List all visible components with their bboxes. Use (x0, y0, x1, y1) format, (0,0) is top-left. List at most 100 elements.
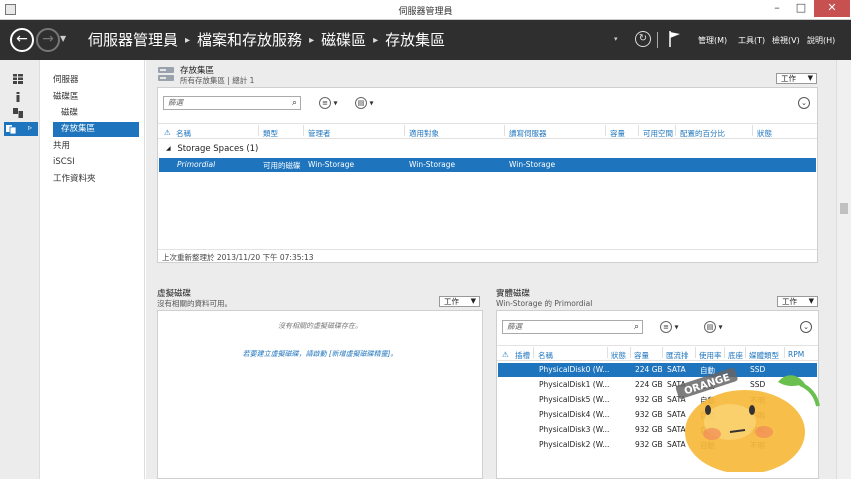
col-divider (752, 125, 753, 136)
pools-filter-placeholder: 篩選 (168, 98, 183, 107)
physical-disks-filter-input[interactable]: 篩選 ⌕ (502, 320, 643, 334)
expand-arrow-icon: ▹ (28, 123, 33, 132)
cell-name: Primordial (177, 160, 216, 169)
virtual-disks-subtitle: 沒有相關的資料可用。 (157, 299, 232, 308)
pools-filter-input[interactable]: 篩選 ⌕ (163, 96, 301, 110)
list-icon: ≡ (660, 321, 672, 333)
search-icon[interactable]: ⌕ (292, 97, 297, 109)
nav-item-disks[interactable]: 磁碟 (53, 106, 143, 121)
nav-item-volumes[interactable]: 磁碟區 (53, 90, 143, 105)
search-icon[interactable]: ⌕ (634, 321, 639, 333)
col-divider (724, 347, 725, 358)
breadcrumb-file-storage[interactable]: 檔案和存放服務 (197, 31, 302, 49)
sort-warning-icon[interactable]: ⚠ (502, 350, 509, 359)
back-button[interactable]: ← (10, 28, 34, 52)
rail-file-storage[interactable]: ▹ (4, 122, 38, 136)
pools-tasks-label: 工作 (781, 74, 796, 83)
rail-dashboard[interactable] (4, 72, 38, 86)
col-divider (504, 125, 505, 136)
col-divider (745, 347, 746, 358)
nav-item-work-folders[interactable]: 工作資料夾 (53, 172, 143, 187)
physical-group-options-button[interactable]: ▤ ▾ (704, 321, 723, 333)
history-dropdown-icon[interactable]: ▼ (60, 34, 66, 43)
last-refresh-status: 上次重新整理於 2013/11/20 下午 07:35:13 (162, 253, 314, 262)
pools-grid: 篩選 ⌕ ≡ ▾ ▤ ▾ ⌄ ⚠ 名稱 類型 管理者 適用對象 讀寫伺服器 容量 … (157, 87, 818, 263)
col-divider (404, 125, 405, 136)
status-separator (158, 249, 817, 250)
notifications-flag-icon[interactable] (668, 30, 682, 48)
physical-disks-tasks-button[interactable]: 工作 ▼ (777, 296, 818, 307)
table-row[interactable]: Primordial 可用的磁碟 Win-Storage Win-Storage… (159, 158, 816, 172)
pools-group-options-button[interactable]: ▤ ▾ (355, 97, 374, 109)
nav-item-iscsi[interactable]: iSCSI (53, 155, 143, 170)
col-divider (675, 125, 676, 136)
breadcrumb-volumes[interactable]: 磁碟區 (321, 31, 366, 49)
maximize-button[interactable]: □ (789, 0, 813, 17)
scrollbar-thumb[interactable] (840, 203, 848, 214)
physical-list-options-button[interactable]: ≡ ▾ (660, 321, 679, 333)
menu-help[interactable]: 說明(H) (807, 35, 835, 46)
forward-button[interactable]: → (36, 28, 60, 52)
group-header[interactable]: ◢ Storage Spaces (1) (166, 144, 258, 154)
cell-disk-capacity: 932 GB (635, 395, 663, 404)
col-divider (533, 347, 534, 358)
cell-disk-capacity: 224 GB (635, 380, 663, 389)
cell-disk-name: PhysicalDisk1 (W... (539, 380, 610, 389)
left-rail: ▹ (0, 60, 40, 479)
cell-disk-capacity: 932 GB (635, 425, 663, 434)
refresh-icon[interactable]: ↻ (635, 31, 651, 47)
group-label: Storage Spaces (1) (177, 144, 259, 154)
rail-all-servers[interactable] (4, 106, 38, 120)
menu-manage[interactable]: 管理(M) (698, 35, 727, 46)
cell-available-to: Win-Storage (409, 160, 456, 169)
chevron-down-icon: ▼ (808, 297, 814, 305)
file-storage-icon (6, 125, 16, 134)
info-icon (16, 92, 20, 102)
pools-collapse-icon[interactable]: ⌄ (798, 97, 810, 109)
list-icon: ≡ (319, 97, 331, 109)
nav-item-storage-pools[interactable]: 存放集區 (53, 122, 139, 137)
vertical-scrollbar[interactable] (836, 60, 851, 479)
col-rpm[interactable]: RPM (788, 350, 804, 359)
col-divider (258, 125, 259, 136)
col-divider (630, 347, 631, 358)
chevron-down-icon: ▼ (470, 297, 476, 305)
servers-icon (13, 108, 23, 118)
menu-view[interactable]: 檢視(V) (772, 35, 800, 46)
physical-disks-subtitle: Win-Storage 的 Primordial (496, 299, 593, 308)
group-icon: ▤ (355, 97, 367, 109)
breadcrumb-dropdown-icon[interactable]: ▾ (614, 35, 618, 43)
new-virtual-disk-link[interactable]: 若要建立虛擬磁碟，請啟動 [新增虛擬磁碟精靈]。 (158, 349, 482, 359)
virtual-disks-empty-message: 沒有相關的虛擬磁碟存在。 (278, 322, 362, 330)
breadcrumb-storage-pools[interactable]: 存放集區 (385, 31, 445, 49)
menu-tools[interactable]: 工具(T) (738, 35, 765, 46)
nav-item-servers[interactable]: 伺服器 (53, 73, 143, 88)
nav-pane: 伺服器 磁碟區 磁碟 存放集區 共用 iSCSI 工作資料夾 (41, 60, 145, 479)
cell-disk-name: PhysicalDisk3 (W... (539, 425, 610, 434)
physical-collapse-icon[interactable]: ⌄ (800, 321, 812, 333)
grid-separator (158, 123, 817, 124)
virtual-disks-tasks-label: 工作 (444, 297, 459, 306)
cell-disk-name: PhysicalDisk5 (W... (539, 395, 610, 404)
breadcrumb-server-manager[interactable]: 伺服器管理員 (88, 31, 178, 49)
virtual-disks-grid: 沒有相關的虛擬磁碟存在。 若要建立虛擬磁碟，請啟動 [新增虛擬磁碟精靈]。 (157, 310, 483, 479)
pools-list-options-button[interactable]: ≡ ▾ (319, 97, 338, 109)
nav-item-shares[interactable]: 共用 (53, 139, 143, 154)
grid-separator (497, 360, 818, 361)
minimize-button[interactable]: – (765, 0, 789, 17)
collapse-triangle-icon: ◢ (166, 145, 171, 152)
header-bar: ← → ▼ 伺服器管理員 ▸ 檔案和存放服務 ▸ 磁碟區 ▸ 存放集區 ▾ ↻ 管理(M) … (0, 20, 851, 60)
group-icon: ▤ (704, 321, 716, 333)
physical-disks-filter-placeholder: 篩選 (507, 322, 522, 331)
virtual-disks-tasks-button[interactable]: 工作 ▼ (439, 296, 480, 307)
pools-tasks-button[interactable]: 工作 ▼ (776, 73, 817, 84)
close-button[interactable]: ✕ (814, 0, 850, 17)
title-bar: 伺服器管理員 – □ ✕ (0, 0, 851, 20)
rail-local-server[interactable] (4, 90, 38, 104)
grid-separator (497, 345, 818, 346)
cell-rw-server: Win-Storage (509, 160, 556, 169)
cell-disk-name: PhysicalDisk4 (W... (539, 410, 610, 419)
sort-warning-icon[interactable]: ⚠ (164, 128, 171, 137)
cell-managed-by: Win-Storage (308, 160, 355, 169)
col-divider (638, 125, 639, 136)
